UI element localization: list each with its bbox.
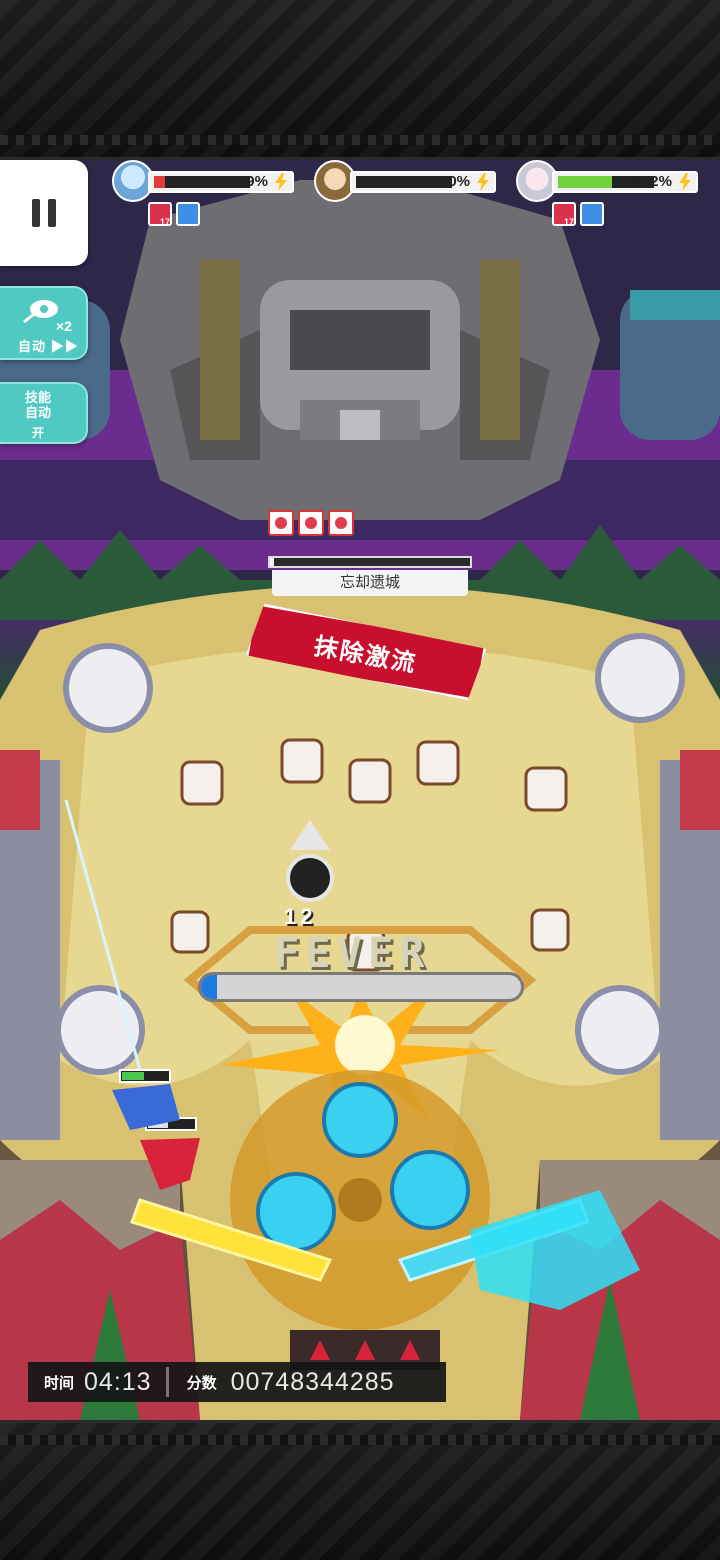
pinball-playfield [0, 160, 720, 1420]
skill-auto-state: 开 [31, 426, 44, 440]
time-score-panel: 时间 04:13 分数 00748344285 [28, 1362, 446, 1402]
time-label: 时间 [44, 1374, 75, 1392]
skill-auto-label: 技能 自动 [24, 390, 51, 420]
player-hud-1: 10.9% 17 [112, 160, 302, 232]
top-frame-bar [0, 0, 720, 160]
score-label: 分数 [186, 1374, 217, 1392]
pause-icon [32, 199, 40, 227]
score-value: 00748344285 [230, 1367, 395, 1396]
skill-charge-meter: 10.9% [148, 171, 294, 193]
auto-launch-multiplier: ×2 [56, 318, 72, 334]
skill-charge-meter: 0% [350, 171, 496, 193]
time-value: 04:13 [84, 1367, 152, 1396]
charge-fill [558, 176, 612, 188]
charge-percent: 56.2% [629, 173, 672, 190]
skill-auto-toggle[interactable]: 技能 自动 开 [0, 382, 88, 444]
divider [165, 1367, 169, 1397]
boss-hp-bar [268, 556, 472, 568]
lightning-icon [477, 173, 489, 191]
player-hud-2: 0% [314, 160, 504, 232]
charge-percent: 10.9% [225, 173, 268, 190]
lightning-icon [275, 173, 287, 191]
pause-button[interactable] [0, 160, 88, 266]
bottom-frame-bar [0, 1420, 720, 1560]
charge-fill [154, 176, 165, 188]
boss-status: 忘却遗城 [268, 510, 472, 598]
player-hud-3: 56.2% 17 [516, 160, 706, 232]
boss-debuff-icon [268, 510, 294, 536]
boss-hp-fill [270, 558, 274, 566]
fever-gauge-fill [201, 975, 217, 999]
sword-buff-icon: 17 [148, 202, 172, 227]
charge-percent: 0% [448, 173, 470, 190]
sword-buff-icon: 17 [552, 202, 576, 227]
fever-gauge [198, 972, 524, 1002]
shield-buff-icon [176, 202, 200, 226]
combo-counter: 12 [284, 904, 317, 929]
boss-debuff-icon [298, 510, 324, 536]
launcher-icon [23, 300, 58, 324]
auto-launch-button[interactable]: ×2 自动 ▶▶ [0, 286, 88, 360]
fever-label: FEVER [274, 928, 431, 977]
auto-launch-label: 自动 ▶▶ [18, 339, 79, 354]
boss-name: 忘却遗城 [272, 570, 468, 596]
pause-icon-bar [48, 199, 56, 227]
playfield-artwork [0, 160, 720, 1420]
skill-charge-meter: 56.2% [552, 171, 698, 193]
boss-debuff-icon [328, 510, 354, 536]
shield-buff-icon [580, 202, 604, 226]
lightning-icon [679, 173, 691, 191]
